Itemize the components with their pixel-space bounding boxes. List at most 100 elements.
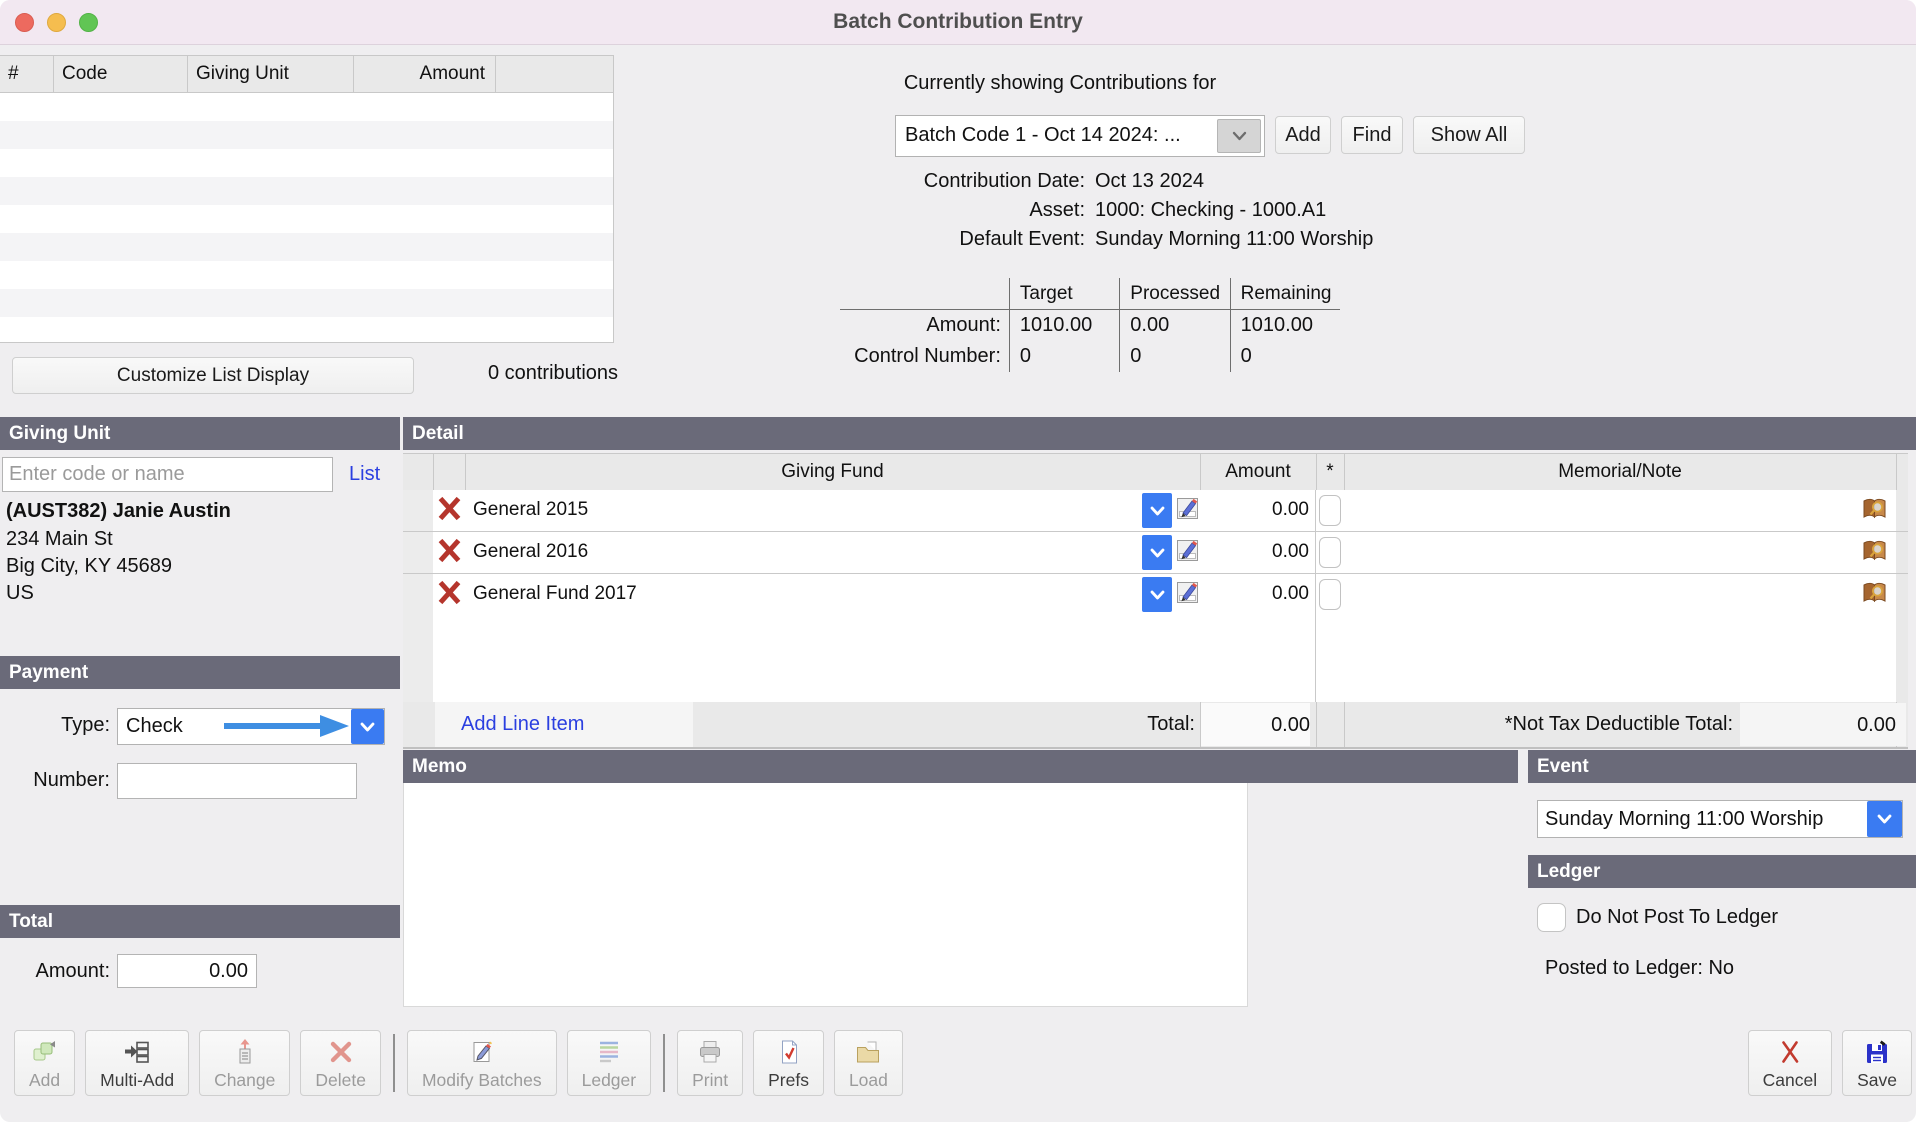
contribution-list-header: # Code Giving Unit Amount xyxy=(0,56,613,93)
book-search-icon[interactable] xyxy=(1861,582,1888,610)
amount-input[interactable]: 0.00 xyxy=(1200,490,1316,531)
multi-add-button[interactable]: Multi-Add xyxy=(85,1030,189,1096)
memo-input[interactable] xyxy=(403,783,1248,1007)
asset-label: Asset: xyxy=(740,199,1085,222)
cancel-icon xyxy=(1776,1036,1804,1068)
edit-fund-button[interactable] xyxy=(1175,574,1201,615)
amount-input[interactable]: 0.00 xyxy=(1200,574,1316,615)
giving-fund-select[interactable]: General 2016 xyxy=(466,532,1176,573)
contribution-date-label: Contribution Date: xyxy=(740,170,1085,193)
customize-list-display-button[interactable]: Customize List Display xyxy=(12,357,414,394)
list-row-empty xyxy=(0,233,613,261)
chevron-down-icon[interactable] xyxy=(1142,535,1172,570)
chevron-down-icon[interactable] xyxy=(1142,493,1172,528)
payment-type-label: Type: xyxy=(10,714,110,737)
memorial-note-input[interactable] xyxy=(1344,490,1897,531)
edit-fund-button[interactable] xyxy=(1175,490,1201,531)
modify-batches-button[interactable]: Modify Batches xyxy=(407,1030,557,1096)
row-tail xyxy=(1896,574,1908,615)
ledger-button[interactable]: Ledger xyxy=(567,1030,652,1096)
toolbar-separator xyxy=(663,1034,665,1092)
payment-section-header: Payment xyxy=(0,656,400,689)
not-tax-deductible-checkbox[interactable] xyxy=(1316,490,1345,531)
total-amount-value[interactable]: 0.00 xyxy=(117,954,257,988)
not-tax-deductible-checkbox[interactable] xyxy=(1316,574,1345,615)
col-giving-unit[interactable]: Giving Unit xyxy=(188,56,354,92)
col-code[interactable]: Code xyxy=(54,56,188,92)
toolbar-button-label: Change xyxy=(214,1070,275,1091)
ledger-section-header: Ledger xyxy=(1528,855,1916,888)
edit-fund-button[interactable] xyxy=(1175,532,1201,573)
summary-control-label: Control Number: xyxy=(840,341,1009,372)
detail-row: General 2016 0.00 xyxy=(403,532,1908,574)
batch-show-all-button[interactable]: Show All xyxy=(1413,116,1525,154)
toolbar-left: AddMulti-Add Change Delete Modify Batches Le… xyxy=(14,1030,903,1096)
print-button[interactable]: Print xyxy=(677,1030,743,1096)
delete-row-button[interactable] xyxy=(433,532,467,573)
list-row-empty xyxy=(0,121,613,149)
x-icon xyxy=(437,579,462,611)
print-icon xyxy=(696,1036,724,1068)
chevron-down-icon[interactable] xyxy=(1867,801,1902,837)
summary-col-processed: Processed xyxy=(1119,278,1229,309)
event-section-header: Event xyxy=(1528,750,1916,783)
giving-fund-select[interactable]: General Fund 2017 xyxy=(466,574,1176,615)
batch-add-button[interactable]: Add xyxy=(1275,116,1331,154)
toolbar-separator xyxy=(393,1034,395,1092)
list-row-empty xyxy=(0,177,613,205)
batch-summary-table: Target Processed Remaining Amount: 1010.… xyxy=(840,278,1340,372)
amount-input[interactable]: 0.00 xyxy=(1200,532,1316,573)
event-select[interactable]: Sunday Morning 11:00 Worship xyxy=(1537,800,1903,838)
payment-type-value: Check xyxy=(126,709,183,744)
row-tail xyxy=(1896,532,1908,573)
event-select-value: Sunday Morning 11:00 Worship xyxy=(1545,801,1866,837)
add-line-item-link[interactable]: Add Line Item xyxy=(461,702,584,746)
chevron-down-icon[interactable] xyxy=(1217,119,1261,153)
save-button[interactable]: Save xyxy=(1842,1030,1912,1096)
cancel-button[interactable]: Cancel xyxy=(1748,1030,1832,1096)
load-button[interactable]: Load xyxy=(834,1030,903,1096)
batch-select[interactable]: Batch Code 1 - Oct 14 2024: ... xyxy=(895,115,1265,157)
do-not-post-checkbox[interactable] xyxy=(1537,903,1566,932)
giving-fund-select[interactable]: General 2015 xyxy=(466,490,1176,531)
posted-to-ledger-status: Posted to Ledger: No xyxy=(1545,957,1734,980)
change-icon xyxy=(231,1036,259,1068)
book-search-icon[interactable] xyxy=(1861,498,1888,526)
payment-number-input[interactable] xyxy=(117,763,357,799)
col-amount[interactable]: Amount xyxy=(354,56,496,92)
default-event-label: Default Event: xyxy=(740,228,1085,251)
save-icon xyxy=(1863,1036,1891,1068)
chevron-down-icon[interactable] xyxy=(1142,577,1172,612)
book-search-icon[interactable] xyxy=(1861,540,1888,568)
toolbar-button-label: Modify Batches xyxy=(422,1070,542,1091)
change-button[interactable]: Change xyxy=(199,1030,290,1096)
delete-row-button[interactable] xyxy=(433,490,467,531)
add-button[interactable]: Add xyxy=(14,1030,75,1096)
toolbar-button-label: Prefs xyxy=(768,1070,809,1091)
giving-unit-search-input[interactable] xyxy=(2,457,333,492)
ntd-total-label: *Not Tax Deductible Total: xyxy=(1363,702,1733,746)
memorial-note-input[interactable] xyxy=(1344,574,1897,615)
default-event-value: Sunday Morning 11:00 Worship xyxy=(1095,228,1373,251)
not-tax-deductible-checkbox[interactable] xyxy=(1316,532,1345,573)
batch-find-button[interactable]: Find xyxy=(1341,116,1403,154)
giving-unit-list-link[interactable]: List xyxy=(349,463,380,486)
edit-note-icon xyxy=(1175,537,1200,569)
delete-row-button[interactable] xyxy=(433,574,467,615)
detail-col-star: * xyxy=(1316,454,1344,490)
chevron-down-icon[interactable] xyxy=(351,709,384,744)
x-icon xyxy=(437,537,462,569)
col-number[interactable]: # xyxy=(0,56,54,92)
giving-fund-value: General Fund 2017 xyxy=(473,574,637,614)
giving-unit-address-line: Big City, KY 45689 xyxy=(6,555,172,578)
giving-fund-value: General 2016 xyxy=(473,532,588,572)
toolbar-button-label: Delete xyxy=(315,1070,366,1091)
contribution-list-body[interactable] xyxy=(0,93,613,317)
giving-unit-address-line: 234 Main St xyxy=(6,528,113,551)
toolbar-button-label: Cancel xyxy=(1763,1070,1817,1091)
payment-type-select[interactable]: Check xyxy=(117,708,385,745)
memorial-note-input[interactable] xyxy=(1344,532,1897,573)
contribution-date-value: Oct 13 2024 xyxy=(1095,170,1204,193)
prefs-button[interactable]: Prefs xyxy=(753,1030,824,1096)
delete-button[interactable]: Delete xyxy=(300,1030,381,1096)
